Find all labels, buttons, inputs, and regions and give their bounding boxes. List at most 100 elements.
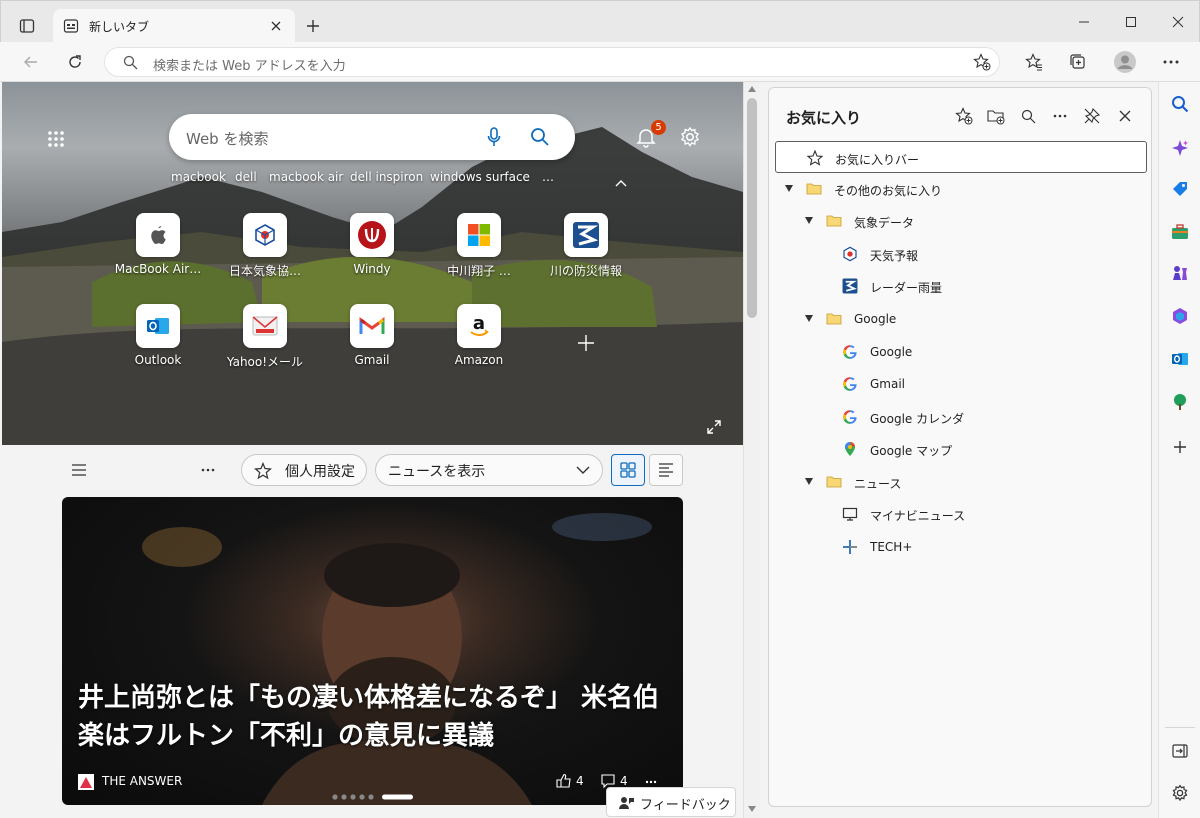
- refresh-icon[interactable]: [62, 49, 88, 75]
- sidebar-drop-tree-icon[interactable]: [1167, 389, 1193, 415]
- quicklink-amazon[interactable]: a Amazon: [426, 304, 532, 384]
- apple-logo-icon: [148, 224, 168, 246]
- quicklink-jwa[interactable]: 日本気象協…: [212, 213, 318, 293]
- add-folder-icon[interactable]: [983, 103, 1009, 129]
- apps-grid-icon[interactable]: [42, 125, 70, 153]
- list-layout-icon[interactable]: [649, 454, 683, 486]
- quicklink-gmail[interactable]: Gmail: [319, 304, 425, 384]
- fav-item-google-calendar[interactable]: Google カレンダ: [775, 401, 1147, 433]
- hot-search-1[interactable]: dell: [235, 170, 257, 184]
- search-submit-icon[interactable]: [527, 124, 553, 150]
- fav-folder-weather[interactable]: 気象データ: [775, 205, 1147, 237]
- scrollbar-thumb[interactable]: [747, 98, 757, 318]
- sidebar-microsoft365-icon[interactable]: [1167, 303, 1193, 329]
- fav-label: Google: [854, 312, 897, 326]
- close-pane-icon[interactable]: [1112, 103, 1138, 129]
- hot-search-2[interactable]: macbook air: [269, 170, 343, 184]
- quicklink-macbook-air[interactable]: MacBook Air…: [105, 213, 211, 293]
- grid-layout-icon[interactable]: [611, 454, 645, 486]
- address-bar[interactable]: 検索または Web アドレスを入力: [104, 47, 1000, 77]
- tab-actions-icon[interactable]: [15, 14, 39, 38]
- carousel-pagination[interactable]: [332, 793, 416, 801]
- maximize-icon[interactable]: [1116, 9, 1146, 35]
- quicklink-windy[interactable]: Windy: [319, 213, 425, 293]
- feed-more-icon[interactable]: [195, 457, 221, 483]
- back-icon[interactable]: [18, 49, 44, 75]
- chevron-down-icon: [576, 466, 590, 475]
- expand-fullscreen-icon[interactable]: [702, 415, 726, 439]
- news-headline[interactable]: 井上尚弥とは「もの凄い体格差になるぞ」 米名伯楽はフルトン「不利」の意見に異議: [78, 679, 673, 755]
- quicklink-nakagawa[interactable]: 中川翔子 …: [426, 213, 532, 293]
- sidebar-copilot-sparkle-icon[interactable]: [1167, 135, 1193, 161]
- new-tab-icon: [63, 18, 79, 34]
- news-view-dropdown[interactable]: ニュースを表示: [375, 454, 603, 486]
- hot-search-more[interactable]: …: [542, 170, 554, 184]
- notification-badge: 5: [651, 120, 666, 135]
- add-quicklink-plus-icon[interactable]: [572, 329, 600, 357]
- fav-item-favorites-bar[interactable]: お気に入りバー: [775, 141, 1147, 173]
- sidebar-search-icon[interactable]: [1167, 91, 1193, 117]
- close-tab-icon[interactable]: [267, 17, 285, 35]
- add-favorite-icon[interactable]: [971, 51, 993, 73]
- fav-item-techplus[interactable]: TECH+: [775, 531, 1147, 563]
- sidebar-games-chess-icon[interactable]: [1167, 260, 1193, 286]
- hot-search-0[interactable]: macbook: [171, 170, 226, 184]
- news-card[interactable]: 井上尚弥とは「もの凄い体格差になるぞ」 米名伯楽はフルトン「不利」の意見に異議 …: [62, 497, 683, 805]
- expanded-triangle-icon[interactable]: [785, 185, 793, 192]
- sidebar-outlook-icon[interactable]: [1167, 346, 1193, 372]
- tab-new-tab[interactable]: 新しいタブ: [53, 9, 295, 43]
- sidebar-tools-toolbox-icon[interactable]: [1167, 219, 1193, 245]
- favorites-pane: お気に入り お気に入りバー その他のお気に入り 気象データ 天気予報 レーダー雨…: [768, 87, 1152, 807]
- add-page-to-favorites-icon[interactable]: [951, 103, 977, 129]
- sidebar-shopping-tag-icon[interactable]: [1167, 176, 1193, 202]
- expanded-triangle-icon[interactable]: [805, 315, 813, 322]
- hamburger-menu-icon[interactable]: [66, 457, 92, 483]
- fav-item-mynavi[interactable]: マイナビニュース: [775, 498, 1147, 530]
- minimize-icon[interactable]: [1069, 9, 1099, 35]
- hot-search-4[interactable]: windows surface: [430, 170, 530, 184]
- fav-item-radar[interactable]: レーダー雨量: [775, 270, 1147, 302]
- notifications-bell-icon[interactable]: 5: [631, 120, 666, 152]
- quicklink-outlook[interactable]: Outlook: [105, 304, 211, 384]
- collections-icon[interactable]: [1065, 49, 1091, 75]
- sidebar-hide-panel-icon[interactable]: [1167, 738, 1193, 764]
- expanded-triangle-icon[interactable]: [805, 478, 813, 485]
- fav-folder-google[interactable]: Google: [775, 303, 1147, 335]
- new-tab-button[interactable]: [301, 14, 325, 38]
- quicklink-river-disaster[interactable]: 川の防災情報: [533, 213, 639, 293]
- fav-folder-other[interactable]: その他のお気に入り: [775, 173, 1147, 205]
- settings-more-icon[interactable]: [1158, 49, 1184, 75]
- google-maps-pin-icon: [842, 441, 858, 457]
- web-search-input[interactable]: Web を検索: [169, 114, 575, 160]
- hot-search-3[interactable]: dell inspiron: [350, 170, 423, 184]
- feedback-button[interactable]: フィードバック: [606, 787, 736, 817]
- quicklink-label: Gmail: [354, 353, 390, 367]
- card-more-icon[interactable]: [645, 780, 657, 784]
- fav-item-tenki[interactable]: 天気予報: [775, 238, 1147, 270]
- quicklink-yahoo-mail[interactable]: Yahoo!メール: [212, 304, 318, 384]
- favorites-icon[interactable]: [1021, 49, 1047, 75]
- sidebar-add-plus-icon[interactable]: [1167, 434, 1193, 460]
- fav-label: ニュース: [854, 477, 902, 491]
- search-favorites-icon[interactable]: [1015, 103, 1041, 129]
- unpin-icon[interactable]: [1079, 103, 1105, 129]
- expanded-triangle-icon[interactable]: [805, 217, 813, 224]
- close-window-icon[interactable]: [1163, 9, 1193, 35]
- news-source[interactable]: THE ANSWER: [102, 774, 182, 788]
- jwa-logo-icon: [253, 223, 277, 247]
- collapse-chevron-up-icon[interactable]: [610, 172, 632, 194]
- page-settings-gear-icon[interactable]: [675, 122, 705, 152]
- fav-folder-news[interactable]: ニュース: [775, 466, 1147, 498]
- fav-item-google-maps[interactable]: Google マップ: [775, 433, 1147, 465]
- personalize-button[interactable]: 個人用設定: [241, 454, 367, 486]
- page-scrollbar[interactable]: [743, 82, 760, 818]
- fav-item-google[interactable]: Google: [775, 336, 1147, 368]
- sidebar-settings-gear-icon[interactable]: [1167, 780, 1193, 806]
- the-answer-logo-icon: [78, 774, 94, 790]
- microphone-icon[interactable]: [481, 124, 507, 150]
- fav-label: 天気予報: [870, 249, 919, 263]
- profile-avatar[interactable]: [1111, 48, 1139, 76]
- favorites-more-icon[interactable]: [1047, 103, 1073, 129]
- like-thumbs-up-icon[interactable]: [556, 773, 572, 789]
- fav-item-gmail[interactable]: Gmail: [775, 368, 1147, 400]
